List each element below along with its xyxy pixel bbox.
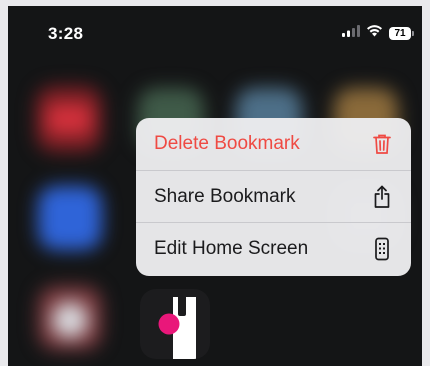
- bookmark-app-icon[interactable]: [140, 289, 210, 359]
- blurred-app-icon: [46, 104, 92, 134]
- phone-icon: [371, 237, 393, 261]
- edit-home-screen-label: Edit Home Screen: [154, 237, 309, 259]
- blurred-app-icon: [52, 302, 88, 338]
- trash-icon: [371, 132, 393, 156]
- cellular-signal-icon: [342, 24, 360, 42]
- delete-bookmark-label: Delete Bookmark: [154, 133, 300, 154]
- share-icon: [371, 185, 393, 209]
- blurred-app-icon: [38, 186, 102, 250]
- delete-bookmark-menu-item[interactable]: Delete Bookmark: [136, 118, 411, 170]
- context-menu: Delete Bookmark Share Bookmark Edit Home…: [136, 118, 411, 276]
- status-icons: 71: [342, 23, 414, 43]
- share-bookmark-label: Share Bookmark: [154, 185, 296, 207]
- status-time: 3:28: [48, 24, 84, 43]
- share-bookmark-menu-item[interactable]: Share Bookmark: [136, 170, 411, 222]
- phone-screen: 3:28 71 Delete Bookmark Share Bookmark E…: [8, 6, 422, 366]
- battery-cap: [412, 30, 414, 36]
- battery-icon: 71: [389, 26, 411, 40]
- edit-home-screen-menu-item[interactable]: Edit Home Screen: [136, 222, 411, 274]
- wifi-icon: [366, 24, 383, 42]
